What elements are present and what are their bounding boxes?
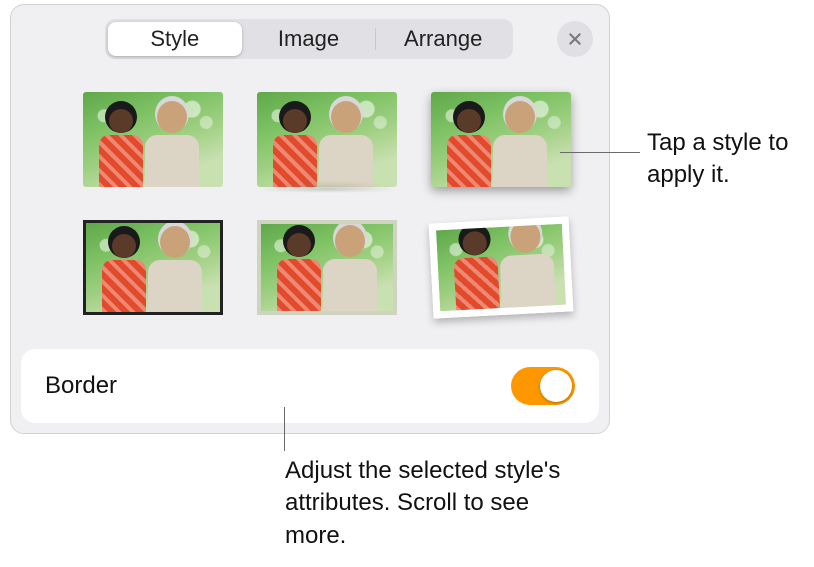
format-tabs: Style Image Arrange	[105, 19, 513, 59]
toggle-knob	[540, 370, 572, 402]
photo-preview	[429, 216, 574, 318]
border-row: Border	[21, 349, 599, 423]
tab-style[interactable]: Style	[108, 22, 242, 56]
tab-image[interactable]: Image	[242, 22, 376, 56]
format-panel: Style Image Arrange	[10, 4, 610, 434]
style-thumbnail[interactable]	[419, 207, 583, 327]
close-button[interactable]	[557, 21, 593, 57]
photo-preview	[83, 92, 223, 187]
tab-arrange[interactable]: Arrange	[376, 22, 510, 56]
photo-preview	[83, 220, 223, 315]
photo-preview	[257, 220, 397, 315]
callout-tap-style: Tap a style to apply it.	[647, 127, 807, 192]
callout-adjust: Adjust the selected style's attributes. …	[285, 455, 585, 552]
border-toggle[interactable]	[511, 367, 575, 405]
style-thumbnail[interactable]	[248, 83, 406, 195]
style-thumbnail[interactable]	[422, 83, 580, 195]
border-label: Border	[45, 372, 511, 400]
photo-preview	[257, 92, 397, 187]
callout-leader	[284, 407, 285, 451]
style-thumbnails	[67, 83, 587, 323]
style-thumbnail[interactable]	[248, 211, 406, 323]
callout-leader	[560, 152, 640, 153]
close-icon	[567, 31, 583, 47]
photo-preview	[431, 92, 571, 187]
style-thumbnail[interactable]	[74, 211, 232, 323]
style-thumbnail[interactable]	[74, 83, 232, 195]
